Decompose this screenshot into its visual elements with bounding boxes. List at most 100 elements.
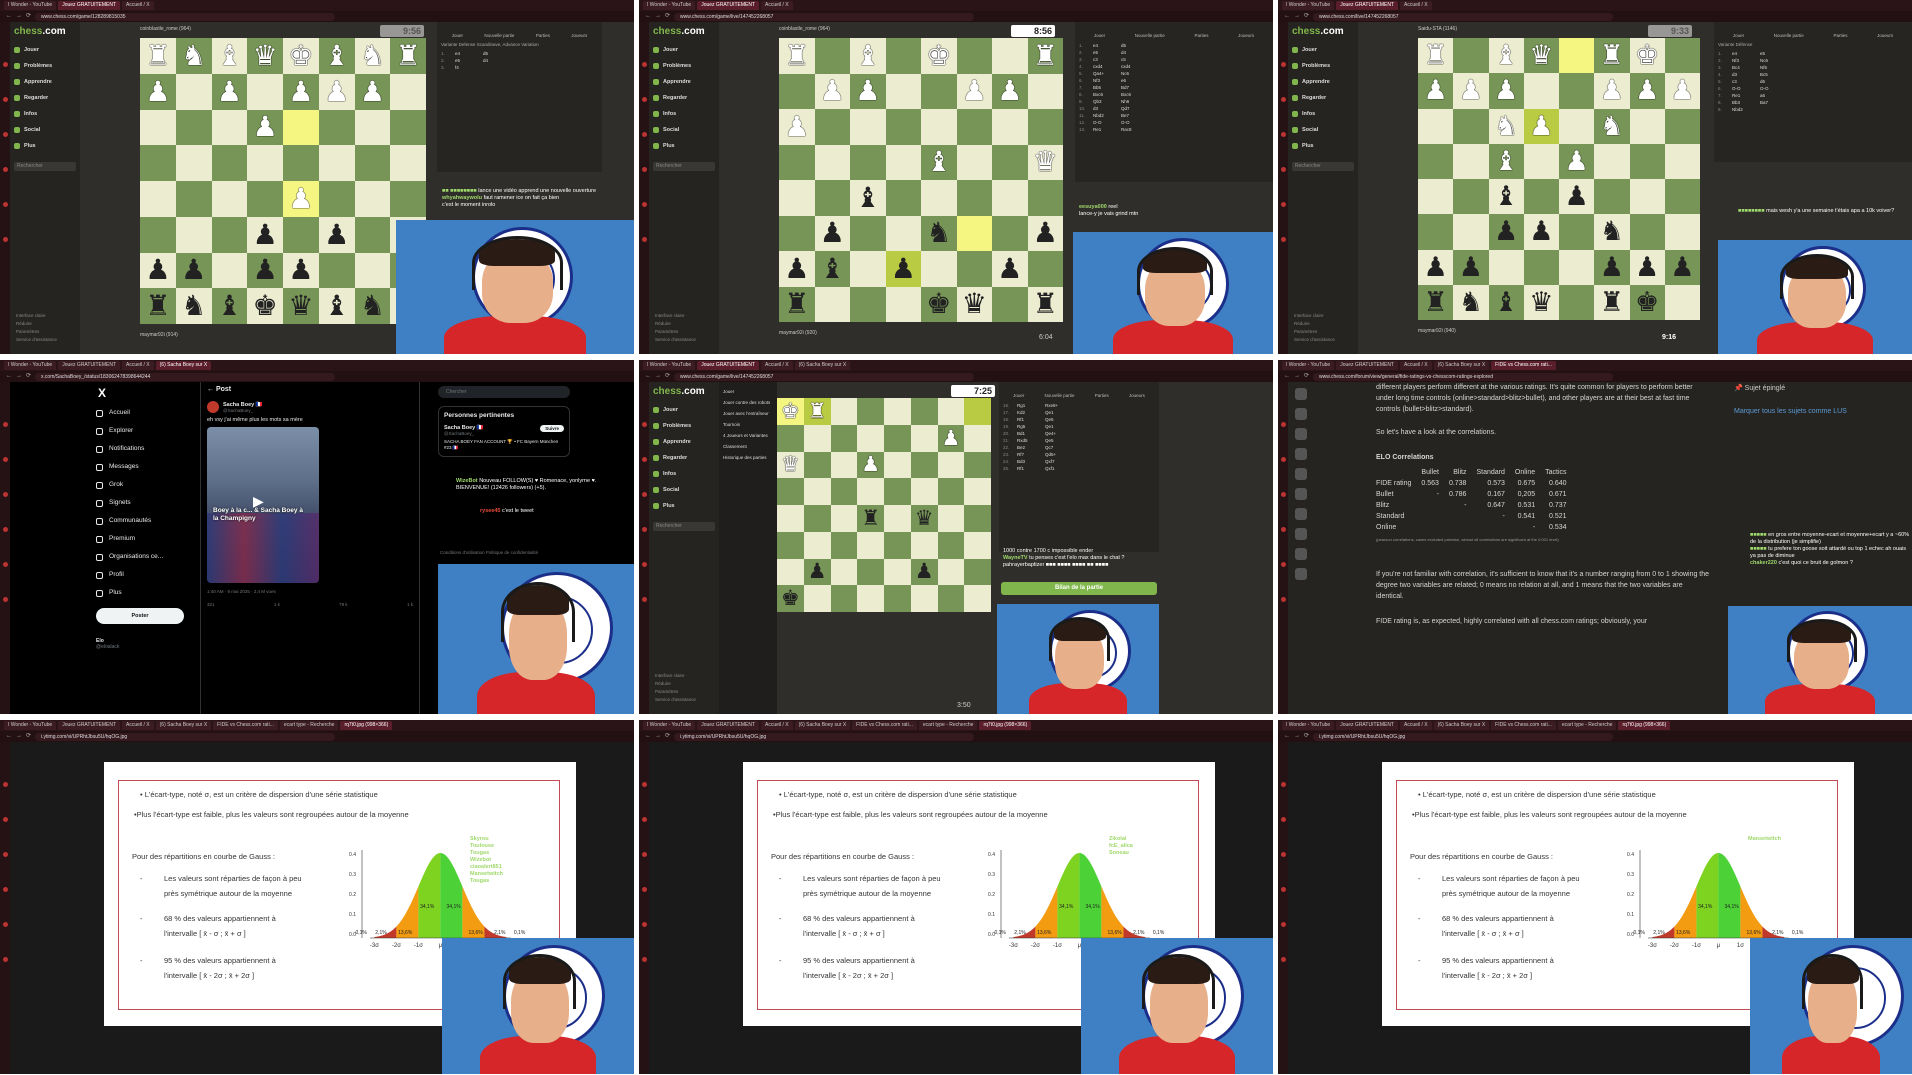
board-square[interactable]: ♜ [1027,38,1063,74]
board-square[interactable]: ♟ [814,73,850,109]
board-square[interactable]: ♜ [1418,284,1454,320]
board-square[interactable] [830,531,858,559]
white-move[interactable]: e4 [1732,50,1754,57]
x-nav-item[interactable]: Plus [90,584,190,602]
url-field[interactable]: www.chess.com/game/live/147452268057 [674,12,975,21]
browser-tab[interactable]: rq7t0.jpg (998×366) [1618,721,1671,730]
black-piece-icon[interactable]: ♟ [1635,254,1659,281]
sidebar-item-1[interactable]: Problèmes [1292,58,1354,74]
panel-tab[interactable]: Parties [1194,33,1208,38]
menu-item[interactable]: Jouer contre des robots [723,397,773,408]
app-dot-icon[interactable] [1280,97,1286,102]
move-row[interactable]: 11. Nbd2 Be7 [1079,112,1269,119]
white-move[interactable]: Nbd2 [1093,112,1115,119]
forward-icon[interactable]: → [16,11,22,22]
app-dot-icon[interactable] [641,202,647,207]
move-row[interactable]: 1. e4 d5 [441,50,598,57]
board-square[interactable]: ♛ [1523,284,1559,320]
move-row[interactable]: 6. Nf3 e6 [1079,77,1269,84]
white-move[interactable]: e5 [455,57,477,64]
board-square[interactable] [777,531,804,559]
sidebar-item-0[interactable]: Jouer [1292,42,1354,58]
black-piece-icon[interactable]: ♟ [1670,254,1694,281]
post-video[interactable]: Boey à la c... & Sacha Boey à la Champig… [207,427,319,583]
move-row[interactable]: 23. Rf7 Qd5+ [1003,451,1155,458]
account-switcher[interactable]: Elo @eloalack [96,638,184,650]
board-square[interactable] [937,398,965,425]
board-square[interactable] [814,286,850,322]
board-square[interactable] [175,109,212,146]
board-square[interactable]: ♟ [140,73,176,110]
play-icon[interactable]: ▶ [253,493,264,510]
board-square[interactable]: ♟ [140,252,176,289]
white-piece-icon[interactable]: ♟ [288,184,313,213]
app-dot-icon[interactable] [2,132,8,137]
board-square[interactable]: ♝ [1488,38,1524,74]
board-square[interactable]: ♞ [175,38,212,74]
board-square[interactable]: ♟ [1488,73,1524,109]
board-square[interactable] [777,505,804,532]
white-move[interactable]: Qb3 [1093,98,1115,105]
nav-icon[interactable] [1295,508,1307,520]
browser-tab[interactable]: ecart type - Recherche [1557,721,1617,730]
board-square[interactable]: ♜ [779,38,815,74]
reload-icon[interactable]: ⟳ [1304,371,1309,382]
board-square[interactable]: ♟ [857,451,884,479]
white-piece-icon[interactable]: ♛ [253,41,278,70]
browser-tab[interactable]: Accueil / X [122,721,154,730]
board-square[interactable] [1664,38,1700,74]
board-square[interactable] [390,109,426,146]
black-piece-icon[interactable]: ♟ [997,254,1022,283]
board-square[interactable]: ♟ [283,73,319,110]
board-square[interactable]: ♝ [1488,179,1524,215]
board-square[interactable] [1418,143,1454,179]
app-dot-icon[interactable] [1280,527,1286,532]
board-square[interactable]: ♟ [318,73,355,110]
board-square[interactable] [1418,214,1454,250]
menu-item[interactable]: Classement [723,441,773,452]
board-square[interactable] [803,424,831,452]
board-square[interactable]: ♜ [1594,284,1630,320]
board-square[interactable] [354,181,391,217]
board-square[interactable] [956,38,992,74]
mark-read-link[interactable]: Marquer tous les sujets comme LUS [1734,408,1912,415]
board-square[interactable] [1523,249,1559,285]
x-nav-item[interactable]: Communautés [90,512,190,530]
chess-search-input[interactable]: Rechercher [653,522,715,531]
chess-board[interactable]: ♜♞♝♛♚♝♞♜♟♟♟♟♟♟♟♟♟♟♟♟♟♟♜♞♝♚♛♝♞♜ [140,38,426,324]
board-square[interactable] [884,478,911,505]
board-square[interactable] [1559,249,1595,285]
white-move[interactable]: d3 [1732,71,1754,78]
browser-tab[interactable]: Accueil / X [122,361,154,370]
white-move[interactable]: Bc4 [1732,64,1754,71]
white-move[interactable]: e4 [455,50,477,57]
app-dot-icon[interactable] [1280,597,1286,602]
move-row[interactable]: 1. e4 e5 [1718,50,1908,57]
nav-icon[interactable] [1295,488,1307,500]
move-row[interactable]: 13. Re1 Rac8 [1079,126,1269,133]
browser-tab[interactable]: Accueil / X [1400,361,1432,370]
black-move[interactable]: Qd7 [1121,105,1130,112]
footer-links[interactable]: Conditions d'utilisation Politique de co… [440,550,538,555]
bottom-player-name[interactable]: maymar92i (920) [779,328,817,338]
app-dot-icon[interactable] [2,852,8,857]
black-piece-icon[interactable]: ♚ [253,292,278,320]
board-square[interactable]: ♚ [283,38,319,74]
reload-icon[interactable]: ⟳ [1304,731,1309,742]
black-move[interactable]: Rac8 [1121,126,1132,133]
board-square[interactable] [1559,284,1595,320]
board-square[interactable] [921,73,957,109]
forward-icon[interactable]: → [1294,731,1300,742]
browser-tab[interactable]: I Wonder - YouTube [1282,1,1335,10]
app-dot-icon[interactable] [641,957,647,962]
board-square[interactable] [1453,38,1489,74]
top-player-name[interactable]: coinblastle_rome (964) [779,24,830,34]
board-square[interactable] [830,505,858,532]
board-square[interactable]: ♟ [283,181,319,217]
board-square[interactable]: ♜ [140,288,176,324]
white-piece-icon[interactable]: ♟ [1529,113,1553,140]
back-icon[interactable]: ← [645,371,651,382]
black-piece-icon[interactable]: ♟ [1529,218,1553,245]
board-square[interactable]: ♟ [1664,73,1700,109]
board-square[interactable]: ♛ [777,451,804,479]
